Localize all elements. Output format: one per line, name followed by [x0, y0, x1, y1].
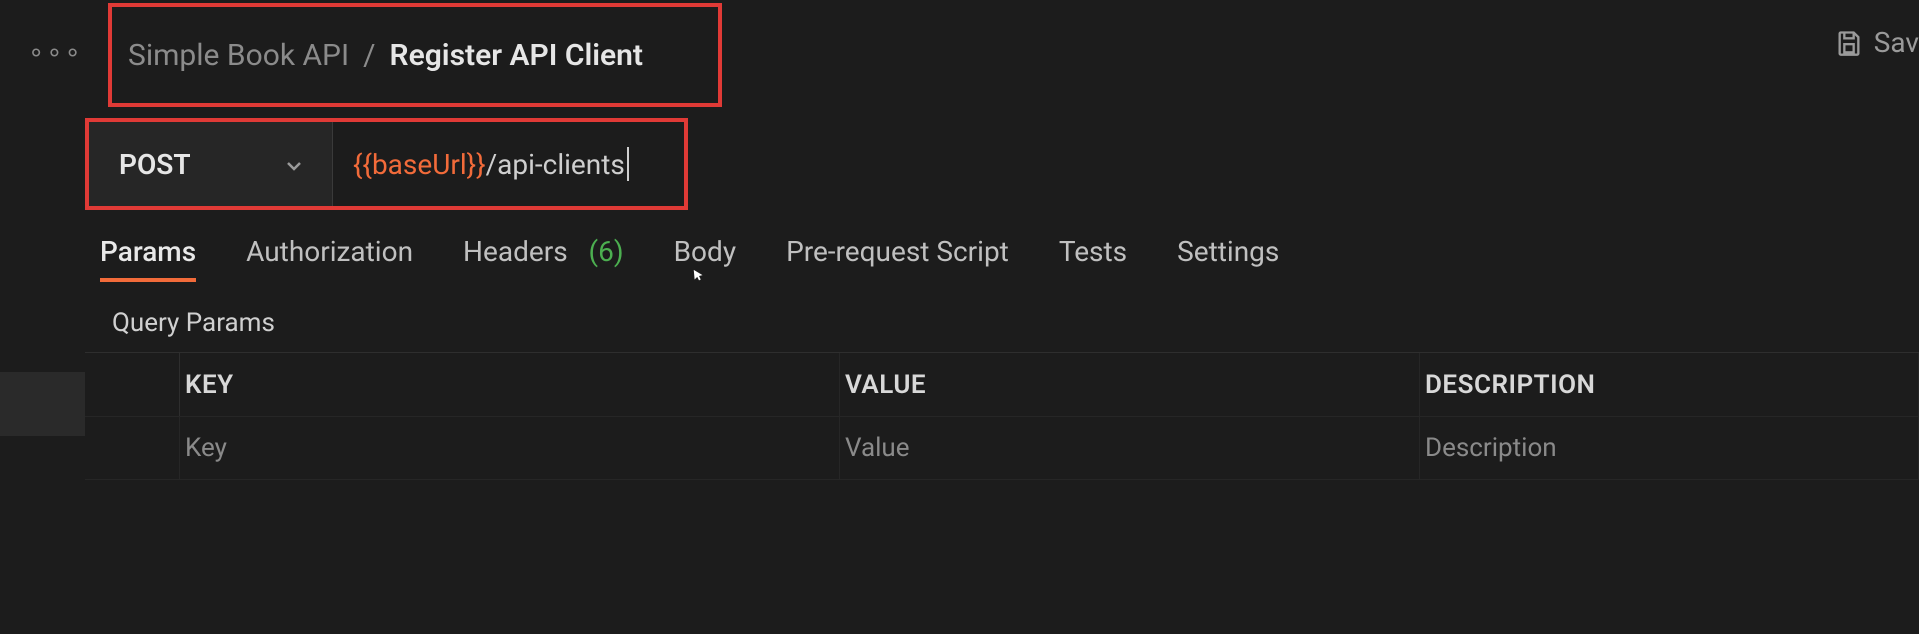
table-header-checkbox-col	[85, 353, 180, 416]
url-path-text: /api-clients	[486, 148, 625, 181]
table-header-value: VALUE	[840, 353, 1420, 416]
tab-tests[interactable]: Tests	[1059, 235, 1127, 282]
request-line-highlight: POST {{baseUrl}}/api-clients	[85, 118, 688, 210]
left-sidebar: ∘∘∘	[0, 0, 85, 634]
query-params-table: KEY VALUE DESCRIPTION Key Value Descript…	[85, 352, 1919, 480]
sidebar-selection-indicator	[0, 372, 85, 436]
param-description-input[interactable]: Description	[1420, 417, 1919, 479]
request-url-input[interactable]: {{baseUrl}}/api-clients	[333, 122, 684, 206]
tab-label: Authorization	[246, 235, 413, 268]
save-icon	[1834, 28, 1864, 58]
tab-headers[interactable]: Headers (6)	[463, 235, 624, 282]
breadcrumb-highlight: Simple Book API / Register API Client	[108, 3, 722, 107]
http-method-label: POST	[119, 148, 191, 181]
more-icon[interactable]: ∘∘∘	[28, 38, 83, 68]
tab-label: Tests	[1059, 235, 1127, 268]
request-tabs: Params Authorization Headers (6) Body Pr…	[100, 235, 1279, 282]
tab-label: Settings	[1177, 235, 1279, 268]
tab-body[interactable]: Body	[674, 235, 736, 282]
table-row: Key Value Description	[85, 416, 1919, 480]
table-header-key: KEY	[180, 353, 840, 416]
row-checkbox[interactable]	[85, 417, 180, 479]
headers-count-badge: (6)	[589, 235, 624, 268]
tab-label: Headers	[463, 235, 568, 268]
tab-authorization[interactable]: Authorization	[246, 235, 413, 282]
query-params-heading: Query Params	[112, 308, 275, 338]
tab-params[interactable]: Params	[100, 235, 196, 282]
http-method-select[interactable]: POST	[89, 122, 333, 206]
mouse-cursor-icon	[692, 257, 706, 271]
tab-settings[interactable]: Settings	[1177, 235, 1279, 282]
text-caret	[627, 147, 629, 181]
param-key-input[interactable]: Key	[180, 417, 840, 479]
tab-pre-request-script[interactable]: Pre-request Script	[786, 235, 1009, 282]
table-header-row: KEY VALUE DESCRIPTION	[85, 352, 1919, 416]
breadcrumb-current[interactable]: Register API Client	[390, 38, 644, 73]
tab-label: Params	[100, 235, 196, 268]
save-button-label: Sav	[1874, 26, 1919, 59]
url-variable-token: {{baseUrl}}	[353, 148, 486, 181]
param-value-input[interactable]: Value	[840, 417, 1420, 479]
request-editor: Simple Book API / Register API Client Sa…	[85, 0, 1919, 634]
save-button[interactable]: Sav	[1834, 26, 1919, 59]
breadcrumb-separator: /	[363, 38, 375, 73]
breadcrumb-parent[interactable]: Simple Book API	[128, 38, 349, 73]
tab-label: Pre-request Script	[786, 235, 1009, 268]
url-row-extension	[688, 122, 1919, 206]
chevron-down-icon	[282, 152, 306, 176]
table-header-description: DESCRIPTION	[1420, 353, 1919, 416]
